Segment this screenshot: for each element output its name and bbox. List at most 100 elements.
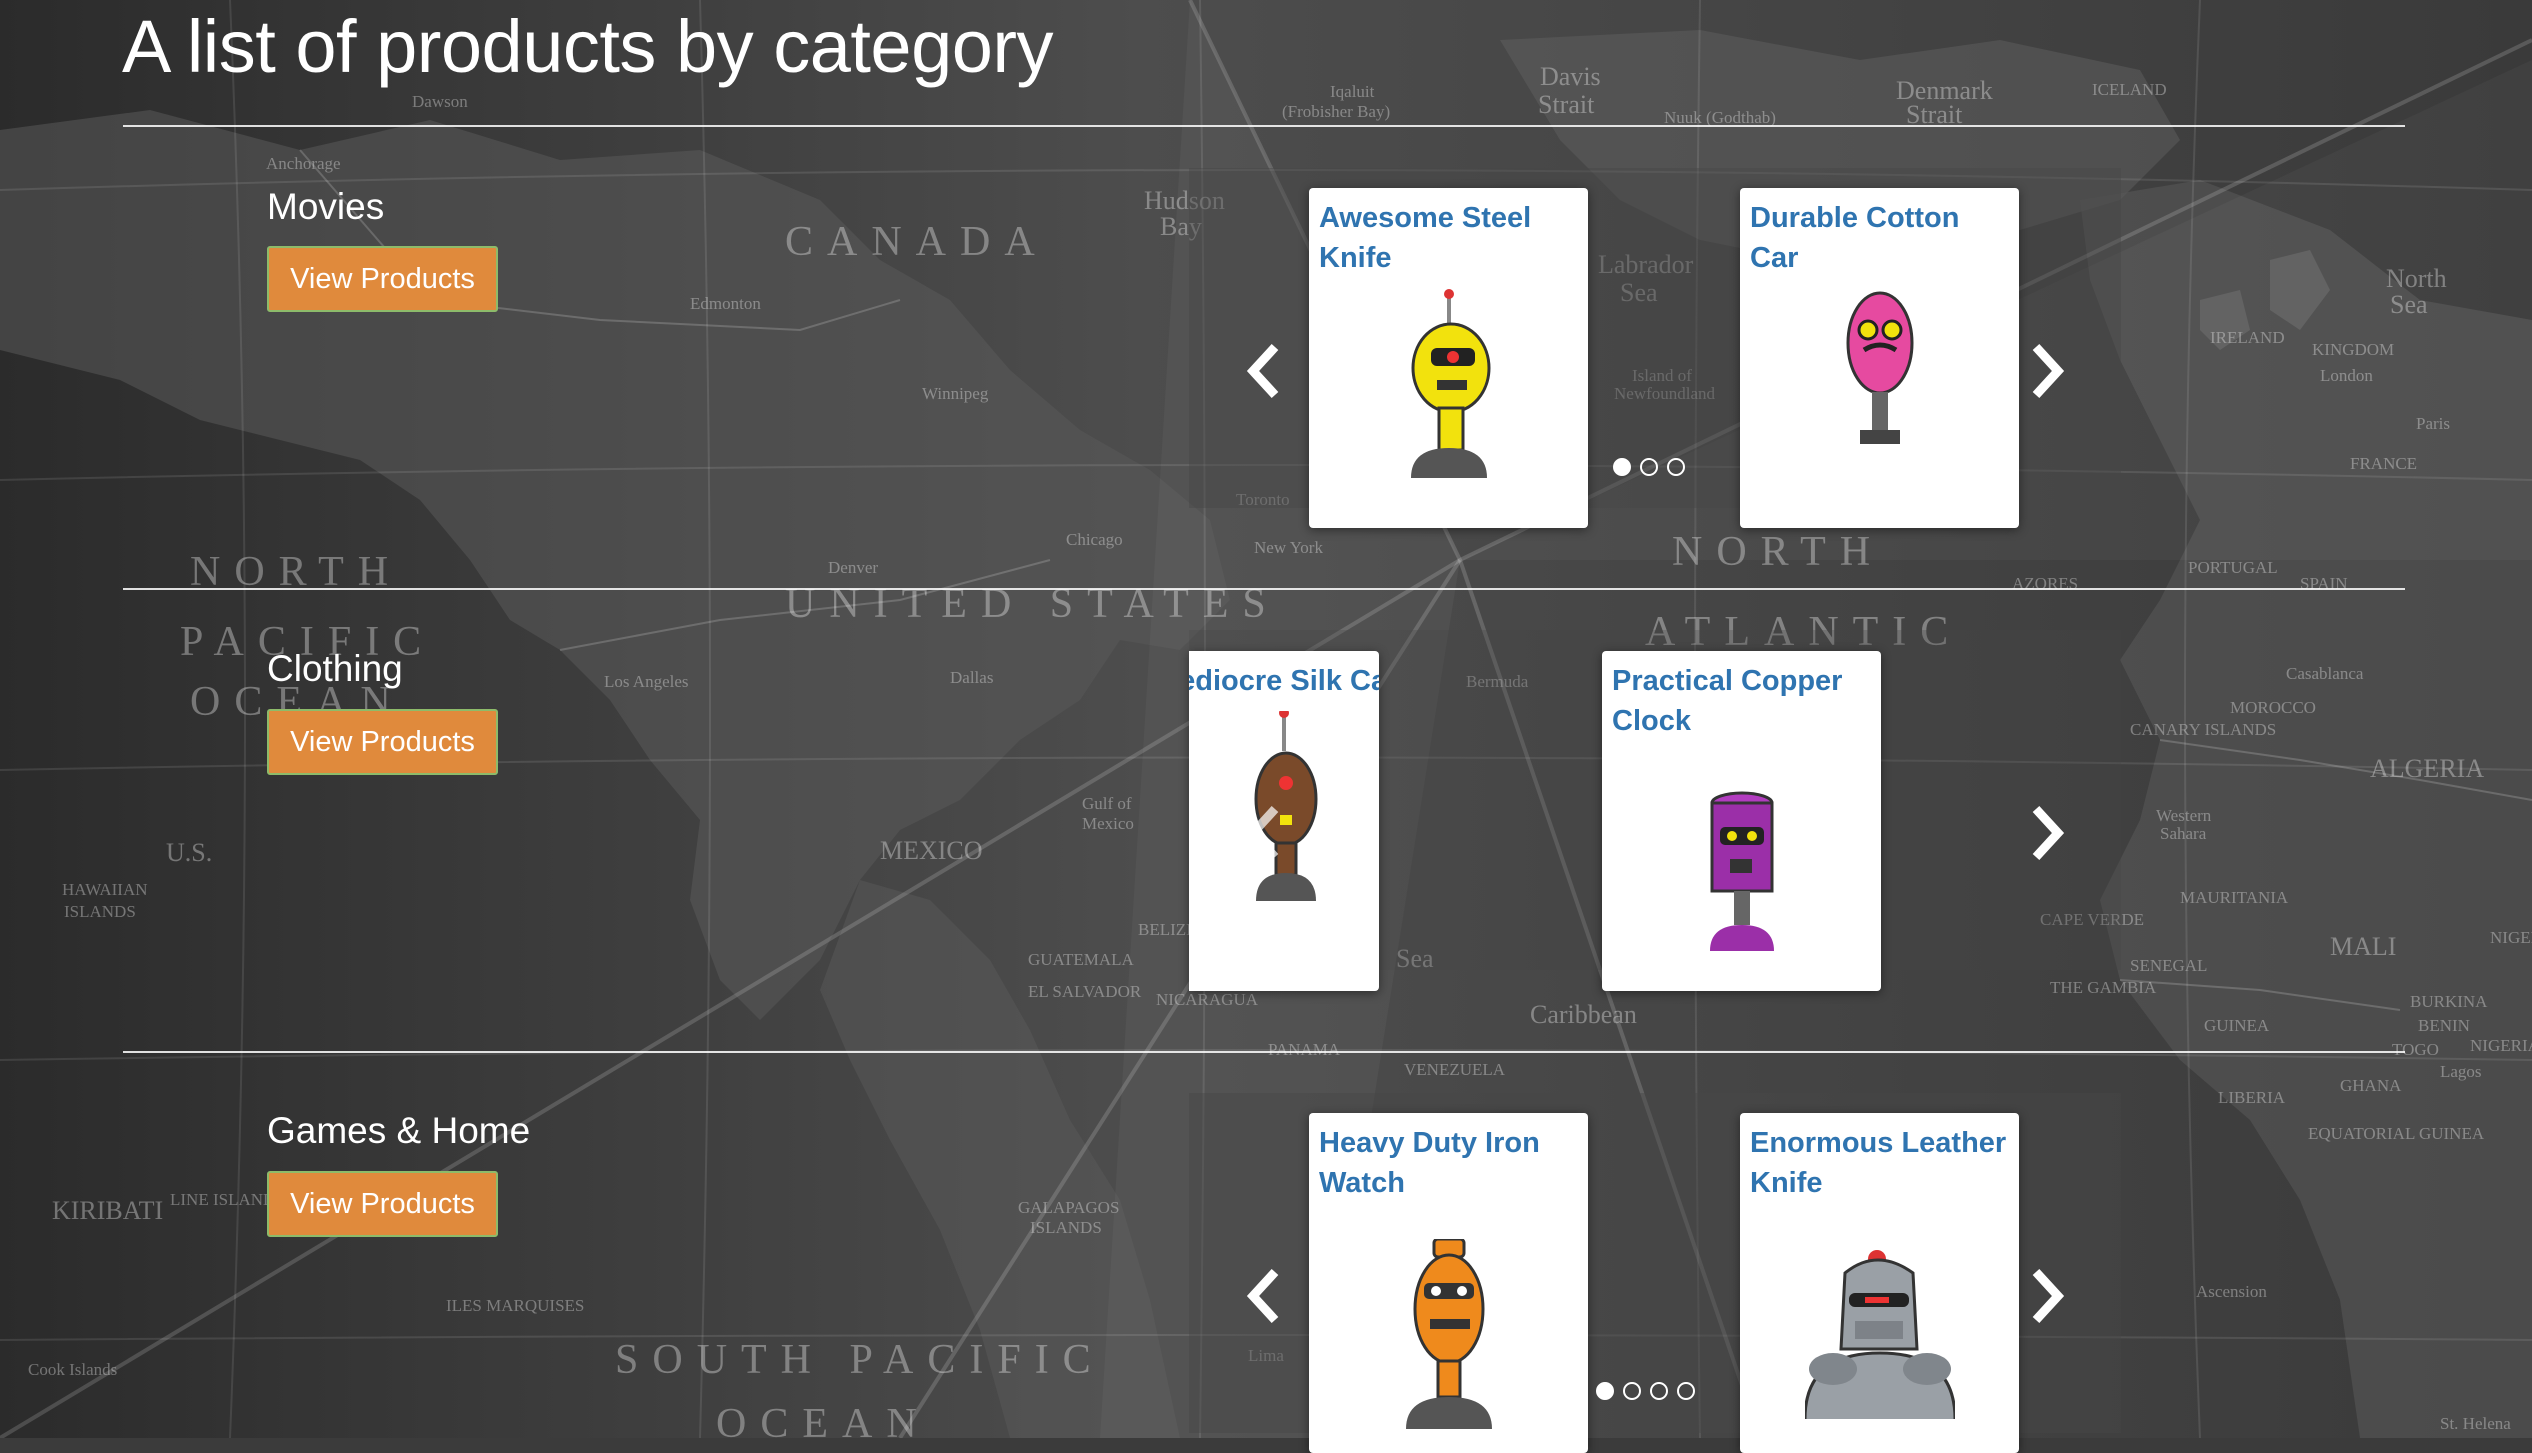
map-label: SENEGAL bbox=[2130, 956, 2208, 975]
map-label: PANAMA bbox=[1268, 1040, 1341, 1059]
map-label: PORTUGAL bbox=[2188, 558, 2278, 577]
map-label: NIGERIA bbox=[2470, 1036, 2532, 1055]
map-label: Chicago bbox=[1066, 530, 1123, 549]
map-label: GUINEA bbox=[2204, 1016, 2270, 1035]
chevron-left-icon bbox=[1246, 1268, 1279, 1324]
divider bbox=[123, 1051, 2405, 1053]
map-label: KINGDOM bbox=[2312, 340, 2395, 359]
map-label: GUATEMALA bbox=[1028, 950, 1134, 969]
purple-robot-image bbox=[1709, 791, 1774, 951]
gray-robot-image bbox=[1804, 1250, 1955, 1419]
map-label: ISLANDS bbox=[64, 902, 136, 921]
divider bbox=[123, 125, 2405, 127]
page-title: A list of products by category bbox=[122, 5, 1054, 88]
map-label: NORTH bbox=[1672, 529, 1885, 575]
chevron-right-icon bbox=[2032, 1268, 2065, 1324]
map-label: (Frobisher Bay) bbox=[1282, 102, 1391, 121]
carousel-next-button[interactable] bbox=[2024, 341, 2068, 401]
carousel-prev-button[interactable] bbox=[1243, 803, 1287, 863]
product-card[interactable]: Awesome Steel Knife bbox=[1309, 188, 1588, 528]
map-label: CANARY ISLANDS bbox=[2130, 720, 2277, 739]
map-label: Edmonton bbox=[690, 294, 761, 313]
pink-robot-image bbox=[1846, 291, 1913, 444]
map-label: GALAPAGOS bbox=[1018, 1198, 1120, 1217]
map-label: Ascension bbox=[2196, 1282, 2267, 1301]
map-label: MEXICO bbox=[880, 836, 983, 865]
map-label: NIGER bbox=[2490, 928, 2532, 947]
carousel-prev-button[interactable] bbox=[1243, 341, 1287, 401]
map-label: SOUTH PACIFIC bbox=[615, 1337, 1105, 1383]
map-label: TOGO bbox=[2392, 1040, 2439, 1059]
product-card[interactable]: Heavy Duty Iron Watch bbox=[1309, 1113, 1588, 1453]
map-label: Dallas bbox=[950, 668, 994, 687]
product-name-link[interactable]: Heavy Duty Iron Watch bbox=[1319, 1123, 1580, 1203]
map-label: Winnipeg bbox=[922, 384, 989, 403]
carousel-dot[interactable] bbox=[1650, 1382, 1668, 1400]
map-label: HAWAIIAN bbox=[62, 880, 148, 899]
map-label: Los Angeles bbox=[604, 672, 689, 691]
product-name-link[interactable]: Mediocre Silk Car bbox=[1189, 661, 1379, 701]
chevron-right-icon bbox=[2032, 343, 2065, 399]
carousel-next-button[interactable] bbox=[2024, 803, 2068, 863]
map-label: ALGERIA bbox=[2370, 754, 2485, 783]
product-card[interactable]: Enormous Leather Knife bbox=[1740, 1113, 2019, 1453]
divider bbox=[123, 588, 2405, 590]
map-label: London bbox=[2320, 366, 2373, 385]
view-products-button[interactable]: View Products bbox=[267, 1171, 498, 1237]
map-label: Denver bbox=[828, 558, 879, 577]
map-label: BENIN bbox=[2418, 1016, 2470, 1035]
map-label: OCEAN bbox=[716, 1401, 931, 1447]
map-label: Casablanca bbox=[2286, 664, 2364, 683]
map-label: Paris bbox=[2416, 414, 2450, 433]
map-label: SPAIN bbox=[2300, 574, 2348, 593]
view-products-button[interactable]: View Products bbox=[267, 246, 498, 312]
carousel-dot[interactable] bbox=[1640, 458, 1658, 476]
map-label: Mexico bbox=[1082, 814, 1134, 833]
category-title: Movies bbox=[267, 186, 385, 227]
carousel-dot[interactable] bbox=[1677, 1382, 1695, 1400]
carousel-prev-button[interactable] bbox=[1243, 1266, 1287, 1326]
yellow-robot-image bbox=[1410, 289, 1490, 478]
map-label: IRELAND bbox=[2210, 328, 2285, 347]
carousel-dot[interactable] bbox=[1667, 458, 1685, 476]
map-label: U.S. bbox=[166, 838, 213, 867]
carousel-next-button[interactable] bbox=[2024, 1266, 2068, 1326]
map-label: Lagos bbox=[2440, 1062, 2482, 1081]
map-label: New York bbox=[1254, 538, 1323, 557]
map-label: MOROCCO bbox=[2230, 698, 2316, 717]
product-name-link[interactable]: Awesome Steel Knife bbox=[1319, 198, 1580, 278]
map-label: LIBERIA bbox=[2218, 1088, 2286, 1107]
view-products-button[interactable]: View Products bbox=[267, 709, 498, 775]
carousel-indicators bbox=[1613, 458, 1685, 476]
product-card[interactable]: Practical Copper Clock bbox=[1602, 651, 1881, 991]
carousel-dot[interactable] bbox=[1613, 458, 1631, 476]
map-label: CANADA bbox=[785, 219, 1049, 265]
product-name-link[interactable]: Practical Copper Clock bbox=[1612, 661, 1873, 741]
map-label: NICARAGUA bbox=[1156, 990, 1258, 1009]
map-label: ISLANDS bbox=[1030, 1218, 1102, 1237]
category-title: Games & Home bbox=[267, 1110, 531, 1151]
map-label: Caribbean bbox=[1530, 1000, 1637, 1029]
product-name-link[interactable]: Durable Cotton Car bbox=[1750, 198, 2011, 278]
map-label: EQUATORIAL GUINEA bbox=[2308, 1124, 2485, 1143]
chevron-right-icon bbox=[2032, 805, 2065, 861]
map-label: ICELAND bbox=[2092, 80, 2167, 99]
chevron-left-icon bbox=[1246, 343, 1279, 399]
chevron-left-icon bbox=[1246, 805, 1279, 861]
map-label: FRANCE bbox=[2350, 454, 2418, 473]
map-label: Anchorage bbox=[266, 154, 341, 173]
category-title: Clothing bbox=[267, 648, 403, 689]
product-name-link[interactable]: Enormous Leather Knife bbox=[1750, 1123, 2011, 1203]
product-card[interactable]: Durable Cotton Car bbox=[1740, 188, 2019, 528]
carousel-dot[interactable] bbox=[1623, 1382, 1641, 1400]
map-label: MALI bbox=[2330, 932, 2397, 961]
map-label: BURKINA bbox=[2410, 992, 2488, 1011]
carousel-dot[interactable] bbox=[1596, 1382, 1614, 1400]
map-label: GHANA bbox=[2340, 1076, 2402, 1095]
map-label: Gulf of bbox=[1082, 794, 1132, 813]
map-label: EL SALVADOR bbox=[1028, 982, 1142, 1001]
map-label: VENEZUELA bbox=[1404, 1060, 1506, 1079]
map-label: Western bbox=[2156, 806, 2212, 825]
carousel-indicators bbox=[1596, 1382, 1695, 1400]
map-label: THE GAMBIA bbox=[2050, 978, 2157, 997]
